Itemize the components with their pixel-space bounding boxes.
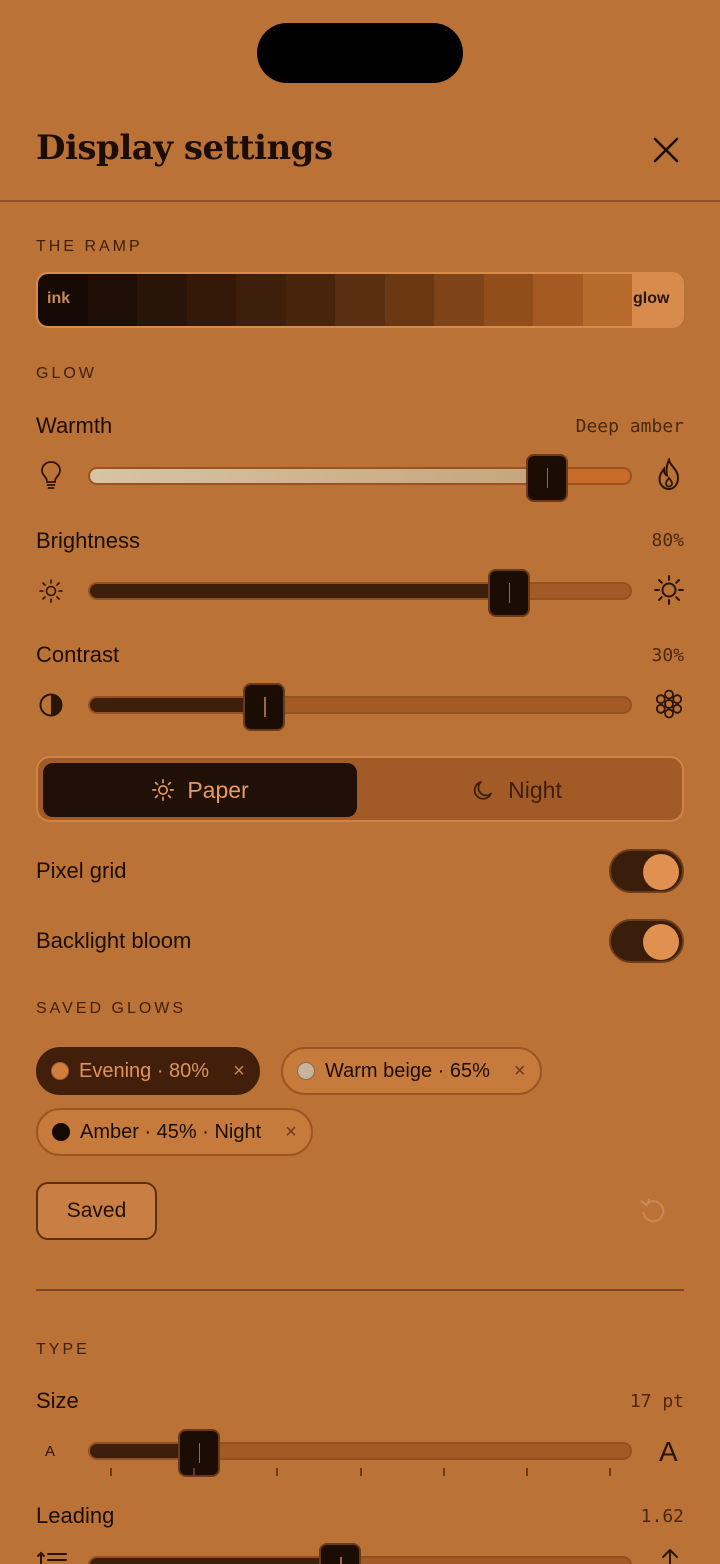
remove-icon[interactable]: × (514, 1060, 526, 1083)
ramp-swatch (186, 274, 237, 326)
moon-icon (473, 781, 493, 800)
brightness-label: Brightness (36, 528, 140, 553)
remove-icon[interactable]: × (285, 1121, 297, 1144)
large-text-icon: A (659, 1436, 678, 1467)
leading-slider[interactable] (88, 1543, 632, 1564)
ramp-swatch (483, 274, 534, 326)
ramp-swatch (236, 274, 286, 326)
mode-night-label: Night (508, 776, 562, 803)
ramp-start-label: ink (47, 290, 71, 307)
leading-slider-fill (90, 1558, 341, 1564)
size-slider-handle[interactable] (177, 1429, 220, 1477)
mode-segmented-control: Paper Night (36, 756, 684, 822)
flower-icon (655, 689, 683, 719)
lightbulb-icon (41, 461, 61, 489)
mode-paper-label: Paper (187, 776, 249, 803)
saved-glow-chip[interactable]: Evening · 80% × (36, 1047, 260, 1095)
close-button[interactable] (644, 128, 688, 172)
brightness-value: 80% (651, 530, 684, 551)
ramp-swatch (384, 274, 435, 326)
mode-night-button[interactable]: Night (360, 763, 674, 817)
brightness-slider[interactable] (88, 569, 632, 617)
flame-icon (658, 458, 680, 491)
pixel-grid-label: Pixel grid (36, 858, 127, 883)
saved-glow-label: Evening · 80% (79, 1059, 210, 1082)
glow-color-dot (52, 1123, 70, 1141)
size-slider[interactable] (88, 1429, 632, 1477)
warmth-value: Deep amber (575, 416, 684, 437)
section-label-saved-glows: SAVED GLOWS (36, 1000, 187, 1017)
contrast-slider-handle[interactable] (243, 683, 286, 731)
brightness-slider-fill (90, 584, 509, 598)
line-spacing-icon (37, 1551, 67, 1564)
contrast-value: 30% (651, 645, 684, 666)
pixel-grid-toggle[interactable] (609, 849, 684, 893)
size-tick (442, 1468, 445, 1476)
camera-notch (257, 23, 463, 83)
contrast-slider[interactable] (88, 683, 632, 731)
section-divider (36, 1289, 684, 1291)
reset-icon[interactable] (637, 1195, 669, 1227)
ramp-swatch (137, 274, 187, 326)
leading-label: Leading (36, 1503, 115, 1528)
backlight-bloom-toggle[interactable] (609, 919, 684, 963)
warmth-slider[interactable] (88, 454, 632, 502)
page-title: Display settings (36, 128, 333, 168)
warmth-slider-fill (90, 469, 547, 483)
ramp-swatch (434, 274, 484, 326)
glow-color-dot (51, 1062, 69, 1080)
saved-glow-label: Warm beige · 65% (325, 1059, 490, 1082)
header: Display settings (0, 118, 720, 202)
ramp-swatch (335, 274, 385, 326)
warmth-label: Warmth (36, 413, 113, 438)
leading-slider-handle[interactable] (319, 1543, 362, 1564)
glow-color-dot (297, 1062, 315, 1080)
section-label-type: TYPE (36, 1341, 90, 1358)
saved-glow-label: Amber · 45% · Night (80, 1120, 262, 1143)
brightness-slider-handle[interactable] (487, 569, 530, 617)
leading-value: 1.62 (640, 1506, 684, 1527)
close-icon (653, 137, 679, 163)
sun-icon (152, 779, 175, 801)
mode-paper-button[interactable]: Paper (43, 763, 357, 817)
backlight-bloom-label: Backlight bloom (36, 928, 192, 953)
contrast-label: Contrast (36, 642, 120, 667)
warmth-slider-handle[interactable] (525, 454, 568, 502)
size-tick (276, 1468, 279, 1476)
saved-button[interactable]: Saved (36, 1182, 157, 1240)
small-text-icon: A (45, 1443, 56, 1460)
size-tick (526, 1468, 528, 1476)
size-tick (609, 1468, 612, 1476)
arrow-up-icon (662, 1549, 678, 1564)
ramp-swatch (87, 274, 138, 326)
saved-glow-chip[interactable]: Warm beige · 65% × (281, 1047, 542, 1095)
size-tick (359, 1468, 362, 1476)
contrast-slider-fill (90, 698, 265, 712)
contrast-icon (39, 693, 63, 717)
saved-glow-chip[interactable]: Amber · 45% · Night × (36, 1108, 313, 1156)
color-ramp (36, 272, 684, 328)
sun-large-icon (654, 575, 684, 605)
ramp-swatch (582, 274, 633, 326)
size-label: Size (36, 1388, 79, 1413)
section-label-glow: GLOW (36, 365, 97, 382)
sun-small-icon (39, 579, 63, 603)
ramp-end-label: glow (633, 290, 670, 307)
ramp-swatch (533, 274, 583, 326)
remove-icon[interactable]: × (233, 1060, 245, 1083)
size-value: 17 pt (629, 1391, 684, 1412)
size-tick (193, 1468, 196, 1476)
size-tick (110, 1468, 112, 1476)
ramp-swatch (285, 274, 336, 326)
section-label-ramp: THE RAMP (36, 238, 143, 255)
